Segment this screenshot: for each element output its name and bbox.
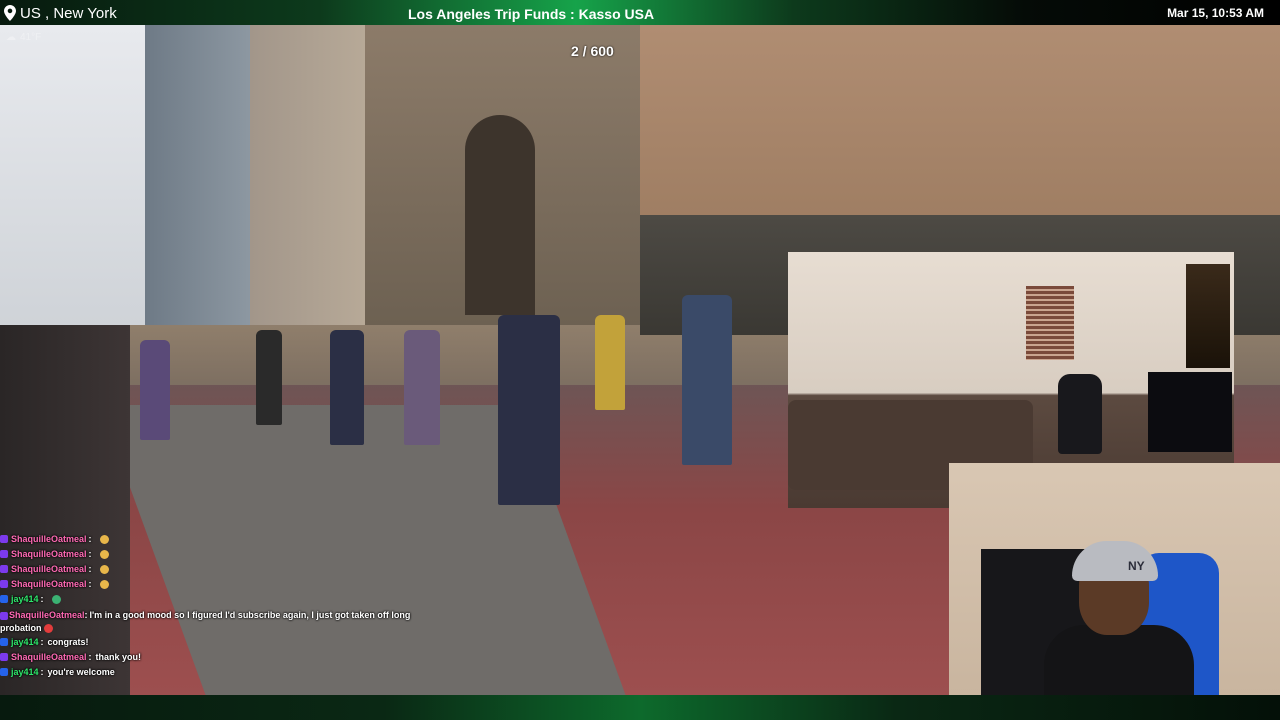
chat-username[interactable]: ShaquilleOatmeal — [11, 652, 87, 662]
chat-text: you're welcome — [47, 667, 115, 677]
video-building — [250, 25, 370, 325]
streamer-cap: NY — [1072, 541, 1158, 581]
chat-separator: : — [40, 667, 44, 677]
chat-text: thank you! — [95, 652, 142, 662]
face-camera-overlay: NY — [949, 463, 1280, 695]
chat-overlay: ShaquilleOatmeal: ShaquilleOatmeal: Shaqui… — [0, 534, 420, 682]
video-building — [145, 25, 255, 325]
chat-emote-icon — [99, 549, 109, 559]
chat-separator: : — [88, 579, 92, 589]
cap-logo: NY — [1128, 559, 1145, 573]
room-monitor — [1148, 372, 1232, 452]
chat-badge-icon — [0, 550, 8, 558]
chat-emote-icon — [99, 534, 109, 544]
video-runner — [404, 330, 440, 445]
chat-username[interactable]: ShaquilleOatmeal — [11, 549, 87, 559]
chat-badge-icon — [0, 653, 8, 661]
chat-separator: : — [88, 652, 92, 662]
video-runner — [595, 315, 625, 410]
chat-badge-icon — [0, 535, 8, 543]
video-runner — [140, 340, 170, 440]
streamer-shirt — [1044, 625, 1194, 695]
chat-separator: : — [84, 610, 88, 620]
stream-top-bar: US , New York Los Angeles Trip Funds : K… — [0, 0, 1280, 25]
stream-bottom-bar — [0, 695, 1280, 720]
chat-badge-icon — [0, 668, 8, 676]
location-text: US , New York — [20, 4, 117, 22]
chat-separator: : — [88, 549, 92, 559]
cloud-icon: ☁ — [6, 32, 16, 43]
video-counter: 2 / 600 — [571, 43, 614, 59]
chat-username[interactable]: jay414 — [11, 594, 39, 604]
chat-separator: : — [40, 594, 44, 604]
chat-emote-icon — [99, 579, 109, 589]
chat-badge-icon — [0, 565, 8, 573]
chat-emote-icon — [43, 624, 53, 634]
chat-badge-icon — [0, 595, 8, 603]
chat-separator: : — [88, 534, 92, 544]
chat-message: ShaquilleOatmeal: — [0, 549, 420, 559]
chat-badge-icon — [0, 611, 8, 620]
location-display: US , New York — [4, 4, 117, 22]
chat-separator: : — [40, 637, 44, 647]
chat-badge-icon — [0, 580, 8, 588]
chat-separator: : — [88, 564, 92, 574]
datetime-display: Mar 15, 10:53 AM — [1167, 6, 1264, 20]
chat-username[interactable]: ShaquilleOatmeal — [9, 610, 85, 620]
chat-emote-icon — [51, 594, 61, 604]
chat-message: ShaquilleOatmeal: — [0, 564, 420, 574]
room-poster — [1186, 264, 1230, 368]
room-window — [1026, 286, 1074, 360]
video-runner — [498, 315, 560, 505]
video-runner — [330, 330, 364, 445]
chat-message: ShaquilleOatmeal: thank you! — [0, 652, 420, 662]
chat-username[interactable]: ShaquilleOatmeal — [11, 579, 87, 589]
video-runner — [682, 295, 732, 465]
chat-message: ShaquilleOatmeal: I'm in a good mood so I… — [0, 609, 420, 635]
weather-text: 41°F — [20, 32, 42, 43]
video-archway — [465, 115, 535, 315]
chat-message: jay414: — [0, 594, 420, 604]
weather-display: ☁ 41°F — [6, 32, 41, 43]
room-gaming-chair — [1058, 374, 1102, 454]
map-pin-icon — [4, 5, 16, 21]
chat-username[interactable]: ShaquilleOatmeal — [11, 564, 87, 574]
chat-username[interactable]: ShaquilleOatmeal — [11, 534, 87, 544]
video-runner — [256, 330, 282, 425]
chat-username[interactable]: jay414 — [11, 667, 39, 677]
streamer: NY — [1044, 533, 1194, 695]
chat-message: jay414: you're welcome — [0, 667, 420, 677]
chat-username[interactable]: jay414 — [11, 637, 39, 647]
chat-text: congrats! — [47, 637, 89, 647]
video-sky — [0, 25, 160, 325]
stream-title: Los Angeles Trip Funds : Kasso USA — [408, 6, 655, 22]
chat-emote-icon — [99, 564, 109, 574]
chat-message: ShaquilleOatmeal: — [0, 534, 420, 544]
chat-badge-icon — [0, 638, 8, 646]
chat-message: ShaquilleOatmeal: — [0, 579, 420, 589]
chat-message: jay414: congrats! — [0, 637, 420, 647]
